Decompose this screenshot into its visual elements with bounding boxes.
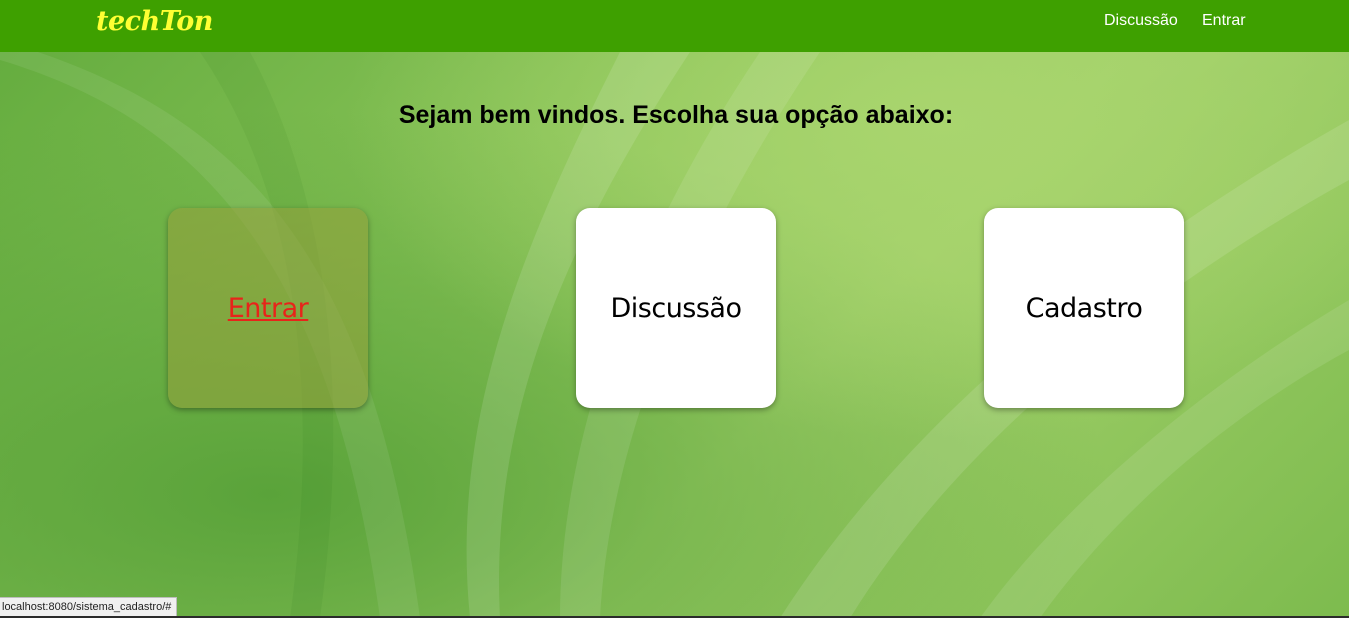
brand-logo[interactable]: techTon [96, 6, 213, 37]
cadastro-card[interactable]: Cadastro [984, 208, 1184, 408]
discussao-card[interactable]: Discussão [576, 208, 776, 408]
cadastro-card-label[interactable]: Cadastro [1026, 293, 1143, 324]
status-bar-url: localhost:8080/sistema_cadastro/# [0, 597, 178, 618]
top-navbar: techTon Discussão Entrar [0, 0, 1349, 52]
entrar-card-label[interactable]: Entrar [228, 293, 309, 324]
welcome-heading: Sejam bem vindos. Escolha sua opção abai… [398, 101, 954, 129]
entrar-card[interactable]: Entrar [168, 208, 368, 408]
discussao-card-label[interactable]: Discussão [610, 293, 742, 324]
nav-link-discussao[interactable]: Discussão [1104, 12, 1178, 30]
nav-link-entrar[interactable]: Entrar [1202, 12, 1246, 30]
